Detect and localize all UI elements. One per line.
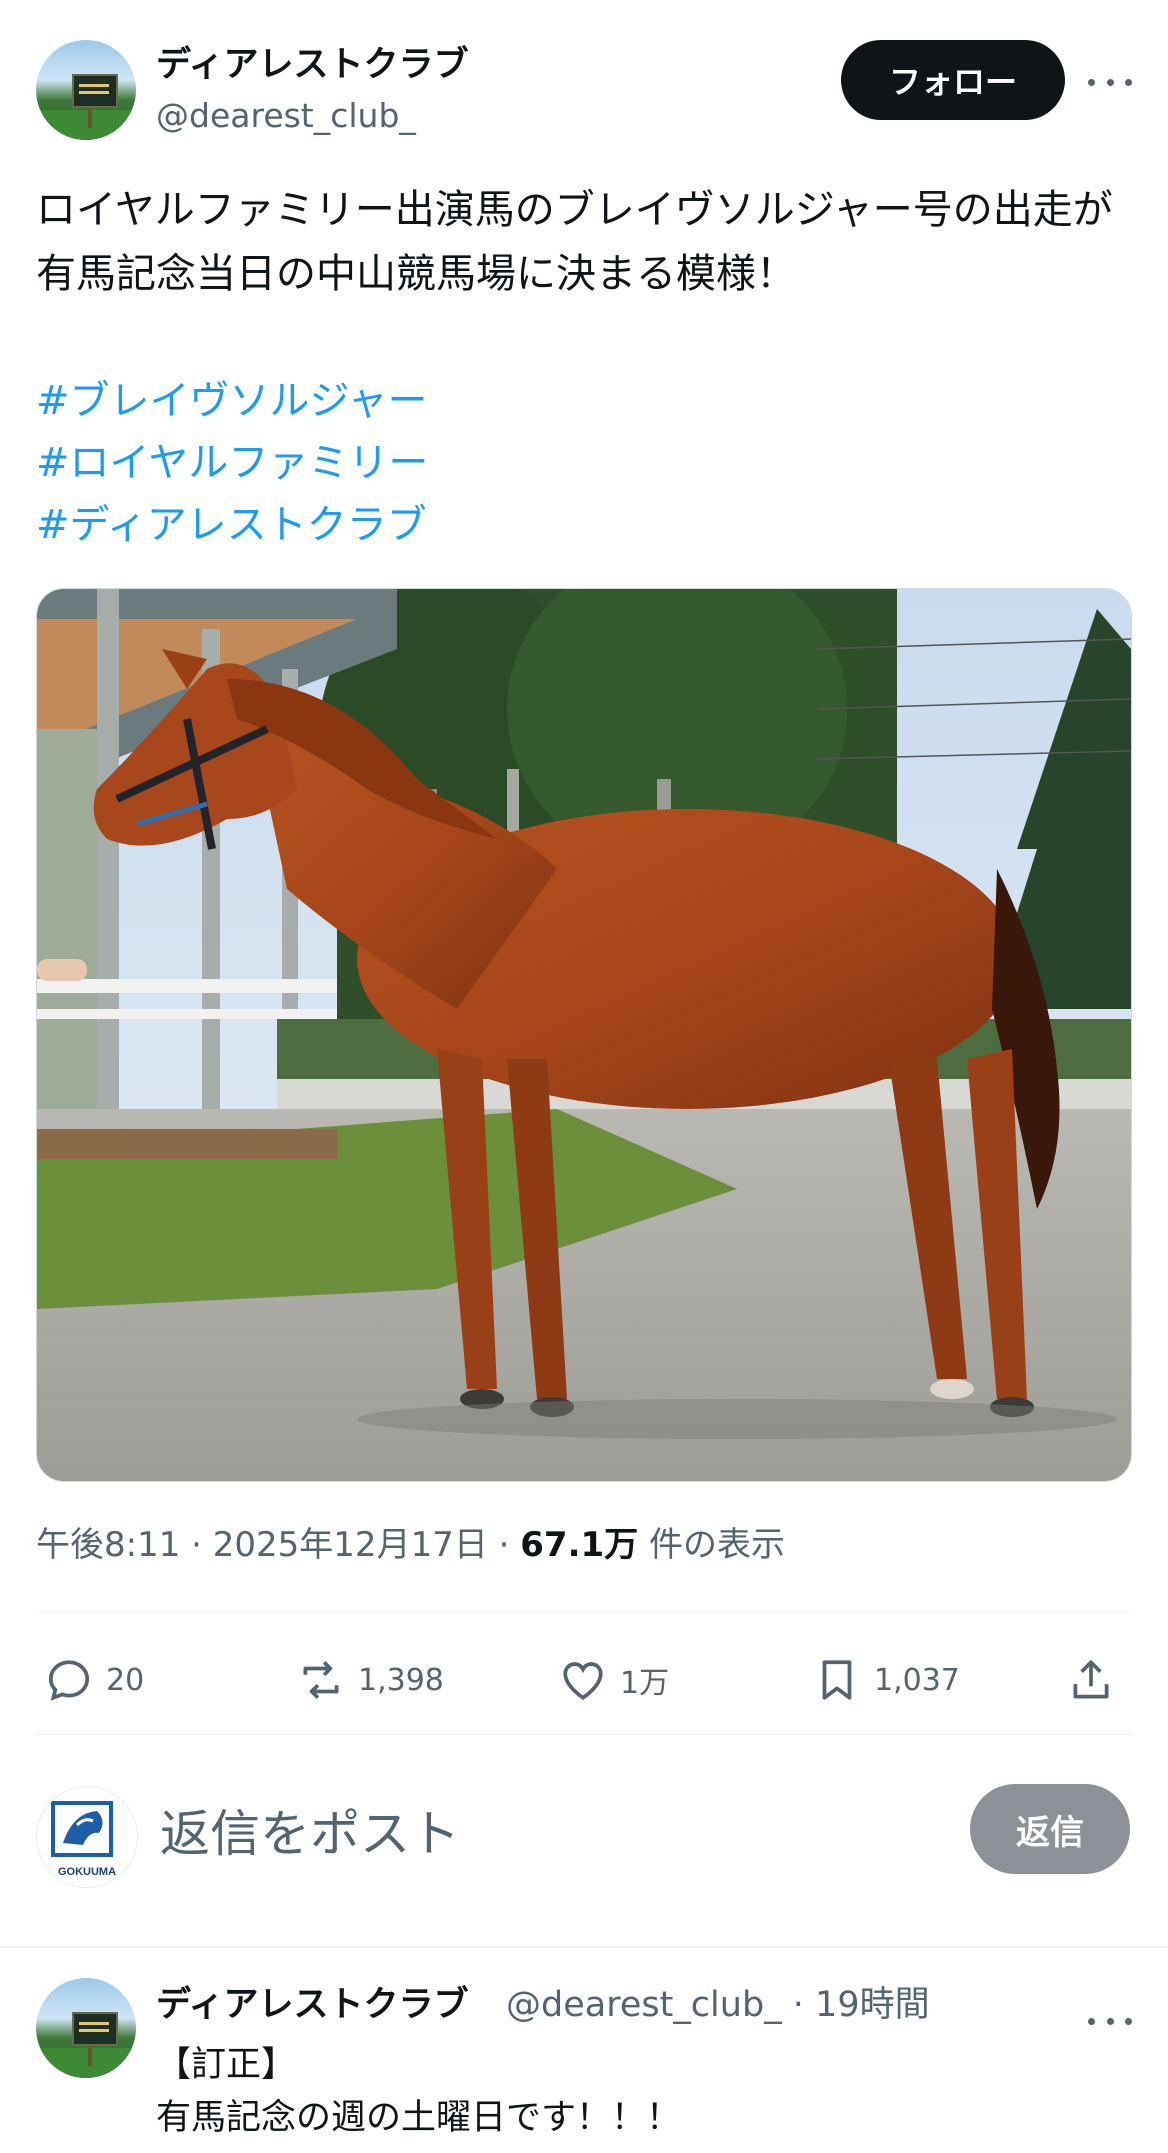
reply-action[interactable]: 20 — [44, 1650, 144, 1710]
divider — [36, 1734, 1132, 1735]
repost-icon — [303, 1660, 339, 1700]
post-meta: 午後8:11 · 2025年12月17日 · 67.1万 件の表示 — [36, 1520, 785, 1570]
reply-button[interactable]: 返信 — [970, 1784, 1130, 1874]
like-count: 1万 — [620, 1666, 670, 1701]
tweet-text: ロイヤルファミリー出演馬のブレイヴソルジャー号の出走が有馬記念当日の中山競馬場に… — [36, 187, 1113, 297]
more-icon[interactable] — [1088, 1999, 1132, 2043]
repost-count: 1,398 — [358, 1662, 444, 1698]
reply-count: 20 — [106, 1662, 145, 1698]
tweet-photo[interactable] — [36, 588, 1132, 1482]
share-action[interactable] — [1066, 1650, 1128, 1710]
current-user-avatar[interactable]: GOKUUMA — [36, 1786, 138, 1888]
gokuuma-logo-text: GOKUUMA — [58, 1866, 116, 1878]
author-handle[interactable]: @dearest_club_ — [156, 94, 416, 138]
view-count: 67.1万 — [520, 1525, 639, 1565]
reply-text-line: 有馬記念の週の土曜日です！！！ — [156, 2098, 682, 2138]
reply-input[interactable]: 返信をポスト — [160, 1802, 460, 1866]
like-action[interactable]: 1万 — [558, 1650, 669, 1710]
reply-text-line: 【訂正】 — [156, 2045, 297, 2085]
post-timestamp[interactable]: 午後8:11 · 2025年12月17日 · — [36, 1525, 520, 1565]
reply-icon — [48, 1660, 90, 1701]
author-avatar[interactable] — [36, 40, 136, 140]
bookmark-count: 1,037 — [874, 1662, 960, 1698]
share-icon — [1073, 1660, 1109, 1699]
bookmark-action[interactable]: 1,037 — [812, 1650, 960, 1710]
repost-action[interactable]: 1,398 — [296, 1650, 444, 1710]
reply-author-avatar[interactable] — [36, 1978, 136, 2078]
heart-icon — [563, 1662, 603, 1700]
view-count-label: 件の表示 — [638, 1525, 785, 1565]
divider — [36, 1612, 1132, 1613]
reply-author-name[interactable]: ディアレストクラブ — [156, 1980, 469, 2030]
hashtag-link[interactable]: #ディアレストクラブ — [36, 494, 428, 556]
divider — [0, 1946, 1168, 1948]
hashtag-link[interactable]: #ブレイヴソルジャー — [36, 370, 428, 432]
author-display-name[interactable]: ディアレストクラブ — [156, 40, 469, 90]
more-icon[interactable] — [1088, 60, 1132, 104]
hashtag-link[interactable]: #ロイヤルファミリー — [36, 432, 428, 494]
reply-author-meta[interactable]: @dearest_club_ · 19時間 — [506, 1980, 930, 2030]
bookmark-icon — [822, 1660, 852, 1700]
hashtag-list: #ブレイヴソルジャー #ロイヤルファミリー #ディアレストクラブ — [36, 370, 428, 556]
follow-button[interactable]: フォロー — [841, 40, 1065, 120]
